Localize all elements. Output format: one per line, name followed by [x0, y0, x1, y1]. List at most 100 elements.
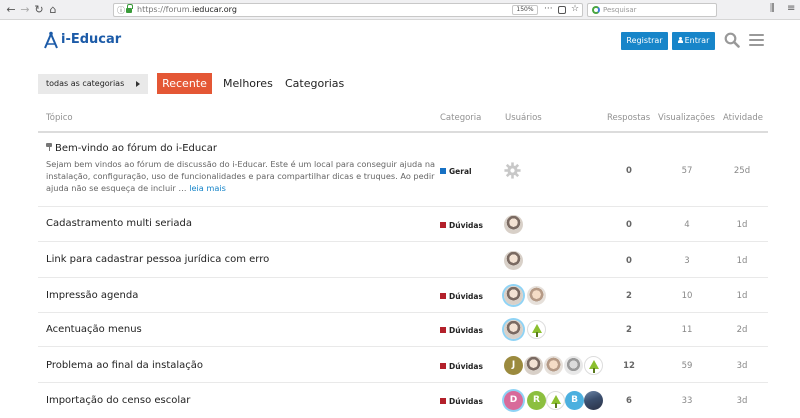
category-badge-text: Dúvidas: [449, 221, 483, 230]
ieducar-logo-icon[interactable]: [41, 30, 61, 50]
topic-title[interactable]: Importação do censo escolar: [46, 395, 190, 406]
header-divider: [38, 131, 768, 133]
hamburger-menu-icon[interactable]: ≡: [787, 3, 795, 14]
header-category[interactable]: Categoria: [440, 113, 481, 123]
row-divider: [38, 382, 768, 383]
bookmark-star-icon[interactable]: ☆: [571, 4, 579, 14]
avatar[interactable]: [584, 391, 603, 410]
gear-icon: [504, 162, 521, 179]
login-label: Entrar: [684, 36, 710, 45]
excerpt-text: Sejam bem vindos ao fórum de discussão d…: [46, 159, 436, 193]
activity-age[interactable]: 25d: [727, 166, 757, 176]
category-badge[interactable]: Dúvidas: [440, 397, 483, 406]
category-square: [440, 293, 446, 299]
views-count: 59: [681, 361, 693, 371]
tab-best[interactable]: Melhores: [223, 73, 273, 94]
avatar[interactable]: D: [504, 391, 523, 410]
activity-age[interactable]: 1d: [727, 256, 757, 266]
replies-count: 0: [626, 220, 632, 230]
url-text[interactable]: https://forum.ieducar.org: [137, 5, 237, 14]
category-badge-text: Geral: [449, 167, 472, 176]
row-divider: [38, 277, 768, 278]
category-badge[interactable]: Dúvidas: [440, 326, 483, 335]
views-count: 33: [681, 396, 693, 406]
info-icon[interactable]: ⓘ: [117, 5, 125, 16]
pinned-topic-title-text[interactable]: Bem-vindo ao fórum do i-Educar: [55, 143, 217, 154]
avatar[interactable]: [504, 286, 523, 305]
category-square: [440, 398, 446, 404]
replies-count: 0: [626, 256, 632, 266]
avatar[interactable]: [564, 356, 583, 375]
topic-title[interactable]: Impressão agenda: [46, 290, 138, 301]
header-users[interactable]: Usuários: [505, 113, 542, 123]
tree-avatar-icon[interactable]: [527, 320, 546, 339]
login-button[interactable]: Entrar: [672, 32, 715, 50]
category-dropdown[interactable]: todas as categorias: [38, 74, 148, 94]
tab-categories[interactable]: Categorias: [285, 73, 344, 94]
avatar[interactable]: [504, 320, 523, 339]
pocket-icon[interactable]: [558, 6, 566, 14]
tree-avatar-icon[interactable]: [546, 391, 565, 410]
category-badge[interactable]: Dúvidas: [440, 362, 483, 371]
search-icon[interactable]: [724, 32, 740, 48]
forward-arrow-icon[interactable]: →: [18, 3, 32, 17]
lock-icon: [126, 4, 133, 14]
category-dropdown-label: todas as categorias: [46, 79, 125, 88]
site-menu-icon[interactable]: [749, 34, 764, 46]
browser-search-placeholder: Pesquisar: [603, 6, 637, 14]
topic-title[interactable]: Problema ao final da instalação: [46, 360, 203, 371]
category-badge[interactable]: Dúvidas: [440, 292, 483, 301]
replies-count: 12: [623, 361, 635, 371]
row-divider: [38, 346, 768, 347]
category-badge-text: Dúvidas: [449, 397, 483, 406]
activity-age[interactable]: 1d: [727, 291, 757, 301]
category-square: [440, 222, 446, 228]
user-icon: [677, 37, 683, 44]
google-icon: [592, 6, 600, 14]
back-arrow-icon[interactable]: ←: [4, 3, 18, 17]
header-activity[interactable]: Atividade: [723, 113, 763, 123]
activity-age[interactable]: 3d: [727, 396, 757, 406]
views-count: 4: [684, 220, 690, 230]
topic-title[interactable]: Cadastramento multi seriada: [46, 218, 192, 229]
category-square: [440, 327, 446, 333]
library-icon[interactable]: ⫼: [770, 3, 775, 14]
header-topic[interactable]: Tópico: [46, 113, 73, 123]
tree-avatar-icon[interactable]: [584, 356, 603, 375]
replies-count: 2: [626, 325, 632, 335]
activity-age[interactable]: 3d: [727, 361, 757, 371]
activity-age[interactable]: 2d: [727, 325, 757, 335]
topic-title[interactable]: Acentuação menus: [46, 324, 142, 335]
avatar[interactable]: [544, 356, 563, 375]
avatar[interactable]: [504, 215, 523, 234]
avatar[interactable]: [524, 356, 543, 375]
topic-title[interactable]: Link para cadastrar pessoa jurídica com …: [46, 254, 269, 265]
zoom-indicator[interactable]: 150%: [512, 5, 538, 15]
avatar[interactable]: J: [504, 356, 523, 375]
header-views[interactable]: Visualizações: [658, 113, 715, 123]
avatar[interactable]: B: [565, 391, 584, 410]
read-more-link[interactable]: leia mais: [189, 183, 226, 193]
pinned-topic-excerpt: Sejam bem vindos ao fórum de discussão d…: [46, 158, 436, 194]
pin-icon: [46, 143, 52, 151]
avatar[interactable]: [527, 286, 546, 305]
header-replies[interactable]: Respostas: [607, 113, 650, 123]
avatar[interactable]: R: [527, 391, 546, 410]
tab-recent[interactable]: Recente: [157, 73, 212, 94]
views-count: 3: [684, 256, 690, 266]
browser-search-field[interactable]: Pesquisar: [587, 3, 717, 17]
category-badge[interactable]: Dúvidas: [440, 221, 483, 230]
avatar[interactable]: [504, 251, 523, 270]
reload-icon[interactable]: ↻: [32, 3, 46, 17]
page-actions-icon[interactable]: ···: [544, 4, 553, 14]
site-logo-text[interactable]: i-Educar: [61, 32, 121, 47]
views-count: 10: [681, 291, 693, 301]
activity-age[interactable]: 1d: [727, 220, 757, 230]
row-divider: [38, 241, 768, 242]
address-bar[interactable]: ⓘ https://forum.ieducar.org 150% ··· ☆: [113, 3, 583, 17]
pinned-topic-title[interactable]: Bem-vindo ao fórum do i-Educar: [46, 143, 217, 154]
category-badge-general[interactable]: Geral: [440, 167, 472, 176]
register-button[interactable]: Registrar: [621, 32, 668, 50]
category-square: [440, 363, 446, 369]
home-icon[interactable]: ⌂: [46, 3, 60, 17]
